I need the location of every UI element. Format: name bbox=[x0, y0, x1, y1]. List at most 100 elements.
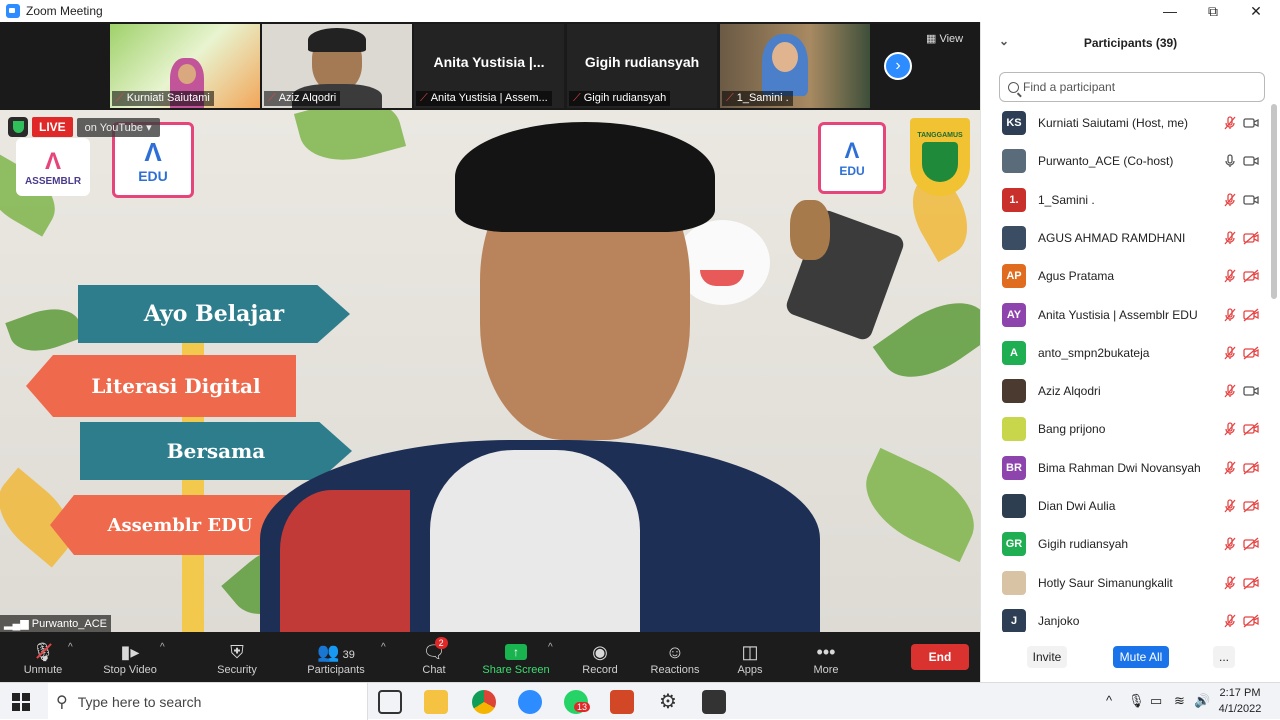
invite-button[interactable]: Invite bbox=[1027, 646, 1067, 668]
participant-list: KS Kurniati Saiutami (Host, me) Purwanto_A… bbox=[981, 104, 1271, 632]
reactions-button[interactable]: ☺ Reactions bbox=[648, 632, 702, 682]
wifi-icon[interactable]: ≋ bbox=[1174, 693, 1185, 709]
mic-muted-icon[interactable] bbox=[1222, 230, 1238, 246]
end-meeting-button[interactable]: End bbox=[911, 644, 969, 670]
microphone-tray-icon[interactable]: 🎙 bbox=[1128, 693, 1145, 709]
mic-muted-icon[interactable] bbox=[1222, 383, 1238, 399]
windows-start-icon[interactable] bbox=[12, 693, 30, 711]
live-indicator[interactable]: LIVE on YouTube ▾ bbox=[8, 117, 160, 137]
battery-icon[interactable]: ▭ bbox=[1150, 693, 1162, 709]
camera-off-icon[interactable] bbox=[1243, 307, 1259, 323]
show-hidden-icons-icon[interactable]: ^ bbox=[1106, 693, 1112, 708]
mic-muted-icon[interactable] bbox=[1222, 307, 1238, 323]
chat-button[interactable]: 🗨 2 Chat bbox=[414, 632, 454, 682]
participant-row[interactable]: GR Gigih rudiansyah bbox=[981, 525, 1271, 563]
participant-row[interactable]: J Janjoko bbox=[981, 602, 1271, 632]
mic-muted-icon[interactable] bbox=[1222, 460, 1238, 476]
camera-off-icon[interactable] bbox=[1243, 345, 1259, 361]
camera-off-icon[interactable] bbox=[1243, 460, 1259, 476]
camera-off-icon[interactable] bbox=[1243, 421, 1259, 437]
participant-row[interactable]: Purwanto_ACE (Co-host) bbox=[981, 142, 1271, 180]
participant-row[interactable]: AGUS AHMAD RAMDHANI bbox=[981, 219, 1271, 257]
participant-row[interactable]: BR Bima Rahman Dwi Novansyah bbox=[981, 449, 1271, 487]
mic-muted-icon[interactable] bbox=[1222, 498, 1238, 514]
live-target-dropdown[interactable]: on YouTube ▾ bbox=[76, 117, 160, 137]
camera-icon[interactable] bbox=[1243, 383, 1259, 399]
whatsapp-icon[interactable]: 13 bbox=[564, 690, 591, 714]
participant-search-input[interactable]: Find a participant bbox=[999, 72, 1265, 102]
sign-ayo-belajar: Ayo Belajar bbox=[78, 285, 350, 343]
mic-muted-icon[interactable] bbox=[1222, 575, 1238, 591]
camera-off-icon[interactable] bbox=[1243, 613, 1259, 629]
camera-icon[interactable] bbox=[1243, 153, 1259, 169]
mic-muted-icon[interactable] bbox=[1222, 192, 1238, 208]
mic-muted-icon[interactable] bbox=[1222, 421, 1238, 437]
participant-row[interactable]: Dian Dwi Aulia bbox=[981, 487, 1271, 525]
clock-time: 2:17 PM bbox=[1219, 687, 1261, 699]
video-thumbnail[interactable]: ⟋ Aziz Alqodri bbox=[262, 24, 412, 108]
mic-muted-icon[interactable] bbox=[1222, 536, 1238, 552]
more-options-button[interactable]: ... bbox=[1213, 646, 1235, 668]
camera-off-icon[interactable] bbox=[1243, 536, 1259, 552]
share-options-caret-icon[interactable]: ^ bbox=[548, 642, 553, 653]
mic-icon[interactable] bbox=[1222, 153, 1238, 169]
mic-muted-icon[interactable] bbox=[1222, 268, 1238, 284]
participant-row[interactable]: Hotly Saur Simanungkalit bbox=[981, 564, 1271, 602]
powerpoint-icon[interactable] bbox=[610, 690, 634, 714]
participant-row[interactable]: 1. 1_Samini . bbox=[981, 181, 1271, 219]
mic-muted-icon[interactable] bbox=[1222, 613, 1238, 629]
video-editor-icon[interactable] bbox=[702, 690, 726, 714]
mute-all-button[interactable]: Mute All bbox=[1113, 646, 1169, 668]
security-button[interactable]: ⛨ Security bbox=[212, 632, 262, 682]
zoom-taskbar-icon[interactable] bbox=[518, 690, 542, 714]
close-icon[interactable]: ✕ bbox=[1236, 0, 1276, 22]
camera-icon[interactable] bbox=[1243, 115, 1259, 131]
mic-muted-icon[interactable] bbox=[1222, 115, 1238, 131]
restore-icon[interactable]: ⧉ bbox=[1193, 0, 1233, 22]
participant-row[interactable]: Aziz Alqodri bbox=[981, 372, 1271, 410]
thumbnail-name-tag: ⟋ Kurniati Saiutami bbox=[112, 91, 214, 106]
taskbar-search-input[interactable]: ⚲ Type here to search bbox=[48, 683, 368, 720]
video-options-caret-icon[interactable]: ^ bbox=[160, 642, 165, 653]
unmute-label: Unmute bbox=[23, 664, 63, 676]
live-badge[interactable]: LIVE bbox=[32, 117, 73, 137]
participant-name: Dian Dwi Aulia bbox=[1038, 499, 1116, 513]
share-screen-button[interactable]: ↑ Share Screen bbox=[482, 632, 550, 682]
volume-icon[interactable]: 🔊 bbox=[1194, 693, 1210, 709]
mic-muted-icon[interactable] bbox=[1222, 345, 1238, 361]
record-button[interactable]: ◉ Record bbox=[578, 632, 622, 682]
participant-row[interactable]: AY Anita Yustisia | Assemblr EDU bbox=[981, 296, 1271, 334]
more-button[interactable]: ••• More bbox=[806, 632, 846, 682]
settings-gear-icon[interactable]: ⚙ bbox=[656, 690, 680, 714]
system-clock[interactable]: 2:17 PM 4/1/2022 bbox=[1210, 685, 1270, 717]
video-thumbnail[interactable]: ⟋ 1_Samini . bbox=[720, 24, 870, 108]
task-view-icon[interactable] bbox=[378, 690, 402, 714]
participant-row[interactable]: AP Agus Pratama bbox=[981, 257, 1271, 295]
participant-list-scrollbar[interactable] bbox=[1271, 104, 1277, 632]
stop-video-button[interactable]: ▮▸ Stop Video bbox=[98, 632, 162, 682]
camera-off-icon[interactable] bbox=[1243, 268, 1259, 284]
camera-off-icon[interactable] bbox=[1243, 575, 1259, 591]
camera-off-icon[interactable] bbox=[1243, 498, 1259, 514]
minimize-icon[interactable]: — bbox=[1150, 0, 1190, 22]
view-button[interactable]: ▦ View bbox=[926, 32, 963, 45]
video-thumbnail[interactable]: Gigih rudiansyah ⟋ Gigih rudiansyah bbox=[567, 24, 717, 108]
camera-off-icon[interactable] bbox=[1243, 230, 1259, 246]
participants-button[interactable]: 👥 39 Participants bbox=[304, 632, 368, 682]
scrollbar-thumb[interactable] bbox=[1271, 104, 1277, 299]
camera-icon[interactable] bbox=[1243, 192, 1259, 208]
participant-row[interactable]: Aanto_smpn2bukateja bbox=[981, 334, 1271, 372]
audio-options-caret-icon[interactable]: ^ bbox=[68, 642, 73, 653]
participant-row[interactable]: KS Kurniati Saiutami (Host, me) bbox=[981, 104, 1271, 142]
chevron-down-icon[interactable]: ⌄ bbox=[999, 34, 1009, 48]
video-thumbnail[interactable]: ⟋ Kurniati Saiutami bbox=[110, 24, 260, 108]
participants-caret-icon[interactable]: ^ bbox=[381, 642, 386, 653]
video-thumbnail[interactable]: Anita Yustisia |... ⟋ Anita Yustisia | As… bbox=[414, 24, 564, 108]
encryption-shield-icon[interactable] bbox=[8, 117, 28, 137]
next-page-arrow-icon[interactable]: › bbox=[884, 52, 912, 80]
chrome-icon[interactable] bbox=[472, 690, 496, 714]
participant-row[interactable]: Bang prijono bbox=[981, 410, 1271, 448]
apps-button[interactable]: ◫ Apps bbox=[730, 632, 770, 682]
file-explorer-icon[interactable] bbox=[424, 690, 448, 714]
unmute-button[interactable]: 🎙 Unmute bbox=[18, 632, 68, 682]
